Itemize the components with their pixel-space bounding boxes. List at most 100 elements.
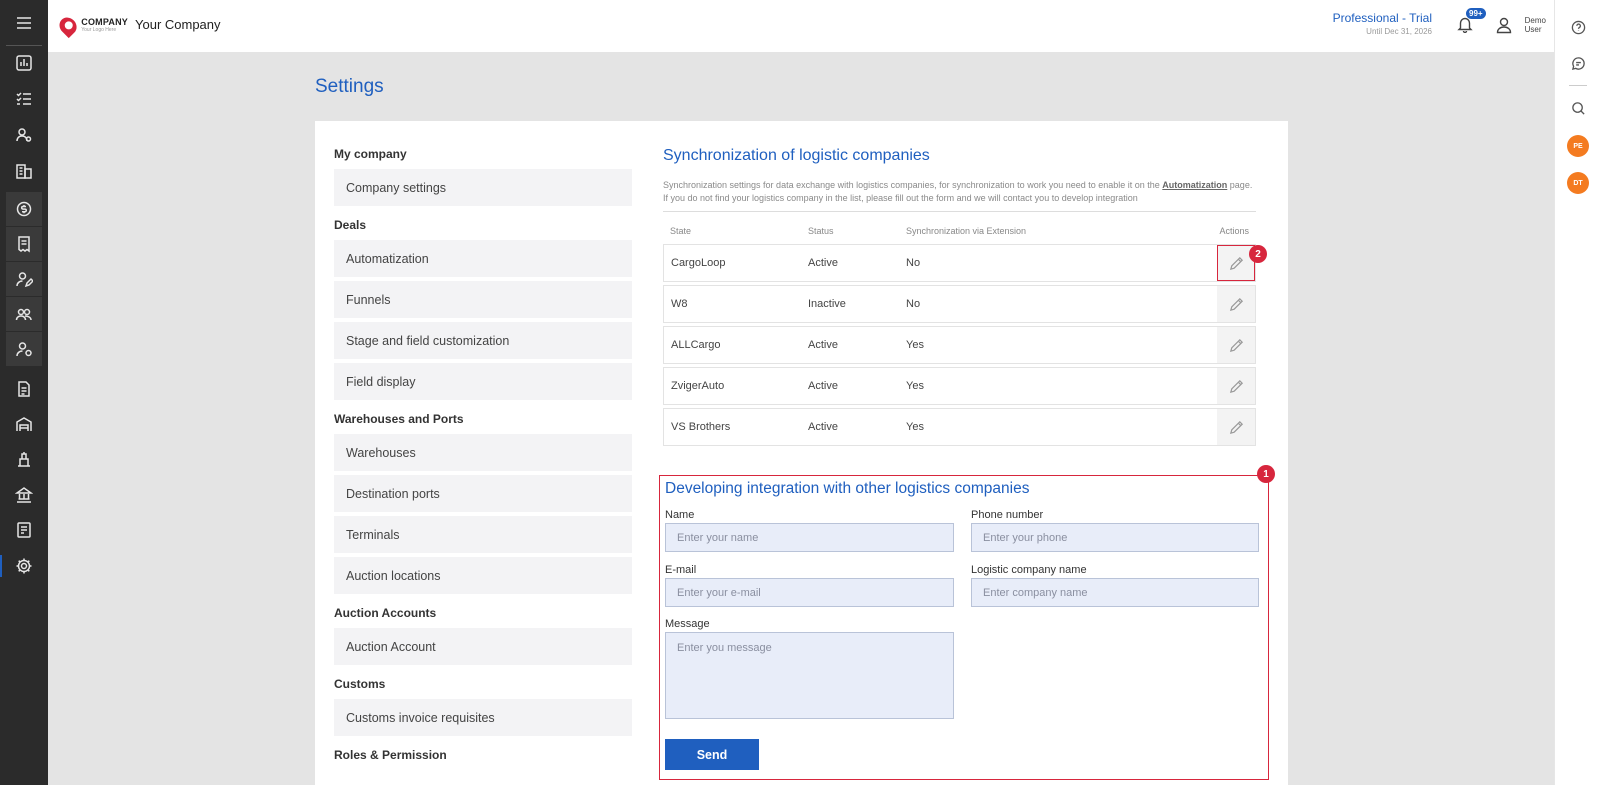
help-icon[interactable] — [1567, 16, 1589, 38]
logo-text: COMPANY — [81, 17, 128, 27]
company-name: Your Company — [135, 17, 221, 32]
plan-until: Until Dec 31, 2026 — [1366, 27, 1432, 36]
menu-item-auction-account[interactable]: Auction Account — [334, 628, 632, 665]
reports-icon[interactable] — [6, 513, 42, 547]
user-settings-icon[interactable] — [6, 332, 42, 366]
table-row: ZvigerAuto Active Yes — [663, 367, 1256, 405]
user-last-name: User — [1524, 25, 1542, 34]
edit-button[interactable] — [1217, 409, 1255, 445]
dashboard-icon[interactable] — [6, 46, 42, 80]
row-extension: Yes — [906, 421, 924, 433]
plan-name: Professional - Trial — [1332, 11, 1432, 25]
col-state: State — [670, 226, 692, 236]
table-row: CargoLoop Active No — [663, 244, 1256, 282]
search-icon[interactable] — [1567, 97, 1589, 119]
settings-icon[interactable] — [0, 549, 42, 583]
companies-icon[interactable] — [6, 154, 42, 188]
row-status: Active — [808, 257, 838, 269]
message-textarea[interactable]: Enter you message — [665, 632, 954, 719]
menu-item-field-display[interactable]: Field display — [334, 363, 632, 400]
table-row: ALLCargo Active Yes — [663, 326, 1256, 364]
right-rail: PE DT — [1554, 0, 1600, 785]
finance-icon[interactable] — [6, 192, 42, 226]
menu-item-customs-invoice-requisites[interactable]: Customs invoice requisites — [334, 699, 632, 736]
pencil-icon — [1229, 379, 1243, 393]
menu-section-roles-permission: Roles & Permission — [334, 748, 447, 762]
user-name[interactable]: Demo User — [1525, 16, 1546, 34]
row-extension: Yes — [906, 339, 924, 351]
menu-item-auction-locations[interactable]: Auction locations — [334, 557, 632, 594]
send-button[interactable]: Send — [665, 739, 759, 770]
name-label: Name — [665, 509, 695, 521]
menu-item-destination-ports[interactable]: Destination ports — [334, 475, 632, 512]
auction-icon[interactable] — [6, 478, 42, 512]
user-first-name: Demo — [1524, 16, 1546, 25]
table-row: W8 Inactive No — [663, 285, 1256, 323]
integration-form: Developing integration with other logist… — [659, 475, 1269, 780]
edit-button[interactable] — [1217, 327, 1255, 363]
menu-item-automatization[interactable]: Automatization — [334, 240, 632, 277]
menu-item-terminals[interactable]: Terminals — [334, 516, 632, 553]
menu-section-customs: Customs — [334, 677, 386, 691]
edit-button[interactable] — [1217, 368, 1255, 404]
menu-toggle-icon[interactable] — [6, 6, 42, 40]
row-state: CargoLoop — [671, 257, 726, 269]
notifications-button[interactable]: 99+ — [1456, 8, 1486, 35]
row-state: ALLCargo — [671, 339, 721, 351]
team-icon[interactable] — [6, 297, 42, 331]
sync-content: Synchronization of logistic companies Sy… — [663, 147, 1256, 449]
sync-title: Synchronization of logistic companies — [663, 147, 930, 164]
automatization-link[interactable]: Automatization — [1162, 180, 1227, 190]
avatar-pe[interactable]: PE — [1567, 135, 1589, 157]
user-edit-icon[interactable] — [6, 262, 42, 296]
menu-section-deals: Deals — [334, 218, 367, 232]
row-state: ZvigerAuto — [671, 380, 725, 392]
email-field[interactable]: Enter your e-mail — [665, 578, 954, 607]
annotation-marker-2: 2 — [1249, 245, 1267, 263]
row-status: Inactive — [808, 298, 846, 310]
sync-desc-before: Synchronization settings for data exchan… — [663, 180, 1163, 190]
chat-icon[interactable] — [1567, 52, 1589, 74]
table-row: VS Brothers Active Yes — [663, 408, 1256, 446]
form-title: Developing integration with other logist… — [665, 480, 1030, 497]
pencil-icon — [1229, 256, 1243, 270]
phone-label: Phone number — [971, 509, 1044, 521]
col-status: Status — [808, 226, 834, 236]
logo-subtext: Your Logo Here — [81, 27, 117, 33]
col-extension: Synchronization via Extension — [906, 226, 1027, 236]
invoices-icon[interactable] — [6, 227, 42, 261]
message-label: Message — [665, 618, 710, 630]
port-icon[interactable] — [6, 442, 42, 476]
sync-table-header: State Status Synchronization via Extensi… — [663, 218, 1256, 244]
contacts-icon[interactable] — [6, 118, 42, 152]
menu-item-stage-field-customization[interactable]: Stage and field customization — [334, 322, 632, 359]
documents-icon[interactable] — [6, 372, 42, 406]
company-name-field[interactable]: Enter company name — [971, 578, 1259, 607]
email-label: E-mail — [665, 564, 697, 576]
logo-pin-icon — [56, 13, 81, 39]
avatar-dt[interactable]: DT — [1567, 172, 1589, 194]
pencil-icon — [1229, 420, 1243, 434]
col-actions: Actions — [1219, 226, 1249, 236]
menu-item-company-settings[interactable]: Company settings — [334, 169, 632, 206]
pencil-icon — [1229, 297, 1243, 311]
row-extension: No — [906, 298, 921, 310]
row-extension: No — [906, 257, 921, 269]
sync-description: Synchronization settings for data exchan… — [663, 179, 1256, 212]
annotation-marker-1: 1 — [1257, 465, 1275, 483]
warehouse-icon[interactable] — [6, 407, 42, 441]
phone-field[interactable]: Enter your phone — [971, 523, 1259, 552]
plan-info[interactable]: Professional - Trial Until Dec 31, 2026 — [1333, 11, 1432, 36]
name-field[interactable]: Enter your name — [665, 523, 954, 552]
edit-button[interactable] — [1217, 286, 1255, 322]
menu-item-warehouses[interactable]: Warehouses — [334, 434, 632, 471]
company-logo[interactable]: COMPANY Your Logo Here — [56, 12, 128, 40]
row-extension: Yes — [906, 380, 924, 392]
menu-section-warehouses-ports: Warehouses and Ports — [334, 412, 464, 426]
tasks-icon[interactable] — [6, 82, 42, 116]
user-avatar-icon[interactable] — [1494, 15, 1514, 40]
page-title: Settings — [315, 76, 384, 97]
row-status: Active — [808, 380, 838, 392]
menu-item-funnels[interactable]: Funnels — [334, 281, 632, 318]
company-label: Logistic company name — [971, 564, 1087, 576]
